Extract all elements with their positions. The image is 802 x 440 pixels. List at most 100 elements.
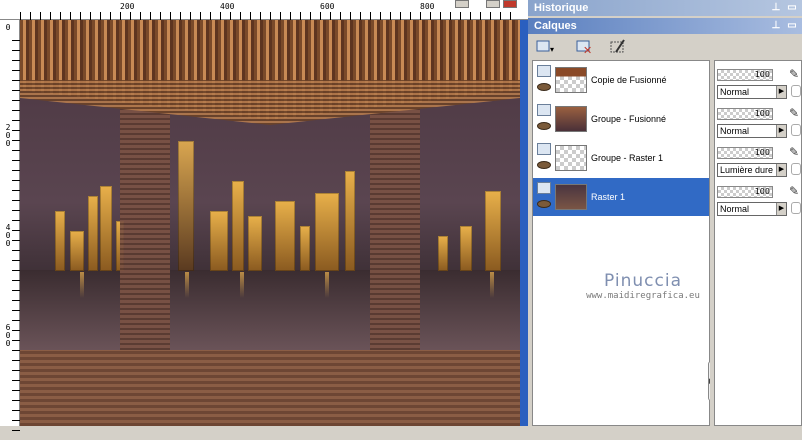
light-reflection: [240, 272, 244, 298]
lock-icon[interactable]: [791, 202, 801, 214]
maximize-button[interactable]: [486, 0, 500, 8]
layers-panel-title[interactable]: Calques ⊥ ▭: [528, 18, 802, 34]
building: [232, 181, 244, 271]
building: [485, 191, 501, 271]
building: [315, 193, 339, 271]
eye-icon[interactable]: [537, 83, 551, 91]
ruler-label-600: 600: [320, 2, 335, 11]
brush-icon[interactable]: ✎: [789, 145, 801, 161]
eye-icon[interactable]: [537, 122, 551, 130]
layer-thumbnail: [555, 145, 587, 171]
layer-props-row: 100 ✎ Normal ▶: [715, 182, 801, 220]
ruler-label-200: 200: [120, 2, 135, 11]
ruler-label-400: 400: [220, 2, 235, 11]
layer-list: Copie de Fusionné Groupe - Fusionné Grou…: [532, 60, 716, 426]
eye-icon[interactable]: [537, 200, 551, 208]
vertical-ruler: 0 200 400 600: [0, 20, 20, 440]
building: [275, 201, 295, 271]
building: [55, 211, 65, 271]
lock-icon[interactable]: [791, 85, 801, 97]
opacity-slider[interactable]: 100: [717, 147, 773, 159]
lock-icon[interactable]: [791, 124, 801, 136]
layers-title-text: Calques: [534, 20, 577, 32]
new-layer-icon[interactable]: ▾: [534, 38, 554, 56]
edit-mask-icon[interactable]: [608, 38, 628, 56]
opacity-slider[interactable]: 100: [717, 108, 773, 120]
layer-row-copie-de-fusionne[interactable]: Copie de Fusionné: [533, 61, 709, 99]
layer-name: Groupe - Raster 1: [591, 153, 664, 163]
ruler-ticks: [20, 12, 520, 20]
canvas-image[interactable]: [20, 20, 520, 426]
building: [300, 226, 310, 271]
layer-row-groupe-fusionne[interactable]: Groupe - Fusionné: [533, 100, 709, 138]
svg-text:✕: ✕: [583, 44, 592, 56]
layer-name: Groupe - Fusionné: [591, 114, 667, 124]
raster-layer-icon: [537, 65, 551, 77]
minimize-button[interactable]: [455, 0, 469, 8]
layers-toolbar: ▾ ✕: [532, 36, 798, 58]
vruler-label-200: 200: [5, 123, 11, 148]
building: [100, 186, 112, 271]
dock-icon[interactable]: ▭: [786, 2, 798, 13]
brush-icon[interactable]: ✎: [789, 184, 801, 200]
blend-mode-select[interactable]: Lumière dure ▶: [717, 163, 787, 177]
layer-props-row: 100 ✎ Normal ▶: [715, 65, 801, 103]
side-panel: Historique ⊥ ▭ Calques ⊥ ▭ ▾ ✕ Copie de …: [528, 0, 802, 426]
blend-mode-select[interactable]: Normal ▶: [717, 85, 787, 99]
light-reflection: [490, 272, 494, 298]
opacity-slider[interactable]: 100: [717, 69, 773, 81]
water-reflection: [20, 270, 520, 350]
building: [88, 196, 98, 271]
pillar-left: [120, 100, 170, 350]
pillar-right: [370, 100, 420, 350]
history-title-text: Historique: [534, 2, 589, 14]
raster-layer-icon: [537, 104, 551, 116]
light-reflection: [80, 272, 84, 298]
building: [210, 211, 228, 271]
brush-icon[interactable]: ✎: [789, 106, 801, 122]
light-reflection: [325, 272, 329, 298]
vruler-label-600: 600: [5, 323, 11, 348]
layer-name: Copie de Fusionné: [591, 75, 667, 85]
vertical-scrollbar[interactable]: [520, 20, 528, 426]
layer-row-groupe-raster-1[interactable]: Groupe - Raster 1: [533, 139, 709, 177]
lock-icon[interactable]: [791, 163, 801, 175]
opacity-slider[interactable]: 100: [717, 186, 773, 198]
tiled-floor: [20, 350, 520, 426]
watermark-url: www.maidiregrafica.eu: [586, 291, 700, 301]
vruler-label-400: 400: [5, 223, 11, 248]
layer-thumbnail: [555, 184, 587, 210]
close-button[interactable]: [503, 0, 517, 8]
pin-icon[interactable]: ⊥: [770, 2, 782, 13]
raster-layer-icon: [537, 143, 551, 155]
pin-icon[interactable]: ⊥: [770, 20, 782, 31]
ruler-ticks-left: [12, 40, 20, 440]
layer-row-raster-1[interactable]: Raster 1: [533, 178, 709, 216]
building: [248, 216, 262, 271]
tower-building: [178, 141, 194, 271]
dropdown-arrow-icon[interactable]: ▶: [776, 164, 786, 176]
delete-layer-icon[interactable]: ✕: [574, 38, 594, 57]
light-reflection: [185, 272, 189, 298]
eye-icon[interactable]: [537, 161, 551, 169]
image-window: 200 400 600 800 0 200 400 600: [0, 0, 528, 440]
building: [438, 236, 448, 271]
dropdown-arrow-icon[interactable]: ▶: [776, 86, 786, 98]
svg-text:▾: ▾: [550, 45, 554, 54]
dropdown-arrow-icon[interactable]: ▶: [776, 125, 786, 137]
history-panel-title[interactable]: Historique ⊥ ▭: [528, 0, 802, 16]
layer-name: Raster 1: [591, 192, 626, 202]
layer-properties: 100 ✎ Normal ▶ 100 ✎ Normal ▶ 100 ✎ Lumièr…: [714, 60, 802, 426]
dropdown-arrow-icon[interactable]: ▶: [776, 203, 786, 215]
layer-props-row: 100 ✎ Normal ▶: [715, 104, 801, 142]
dock-icon[interactable]: ▭: [786, 20, 798, 31]
horizontal-ruler: 200 400 600 800: [0, 0, 528, 20]
building: [460, 226, 472, 271]
building: [70, 231, 84, 271]
layer-thumbnail: [555, 67, 587, 93]
blend-mode-select[interactable]: Normal ▶: [717, 202, 787, 216]
layer-props-row: 100 ✎ Lumière dure ▶: [715, 143, 801, 181]
blend-mode-select[interactable]: Normal ▶: [717, 124, 787, 138]
brush-icon[interactable]: ✎: [789, 67, 801, 83]
watermark: Pinuccia www.maidiregrafica.eu: [573, 271, 713, 301]
